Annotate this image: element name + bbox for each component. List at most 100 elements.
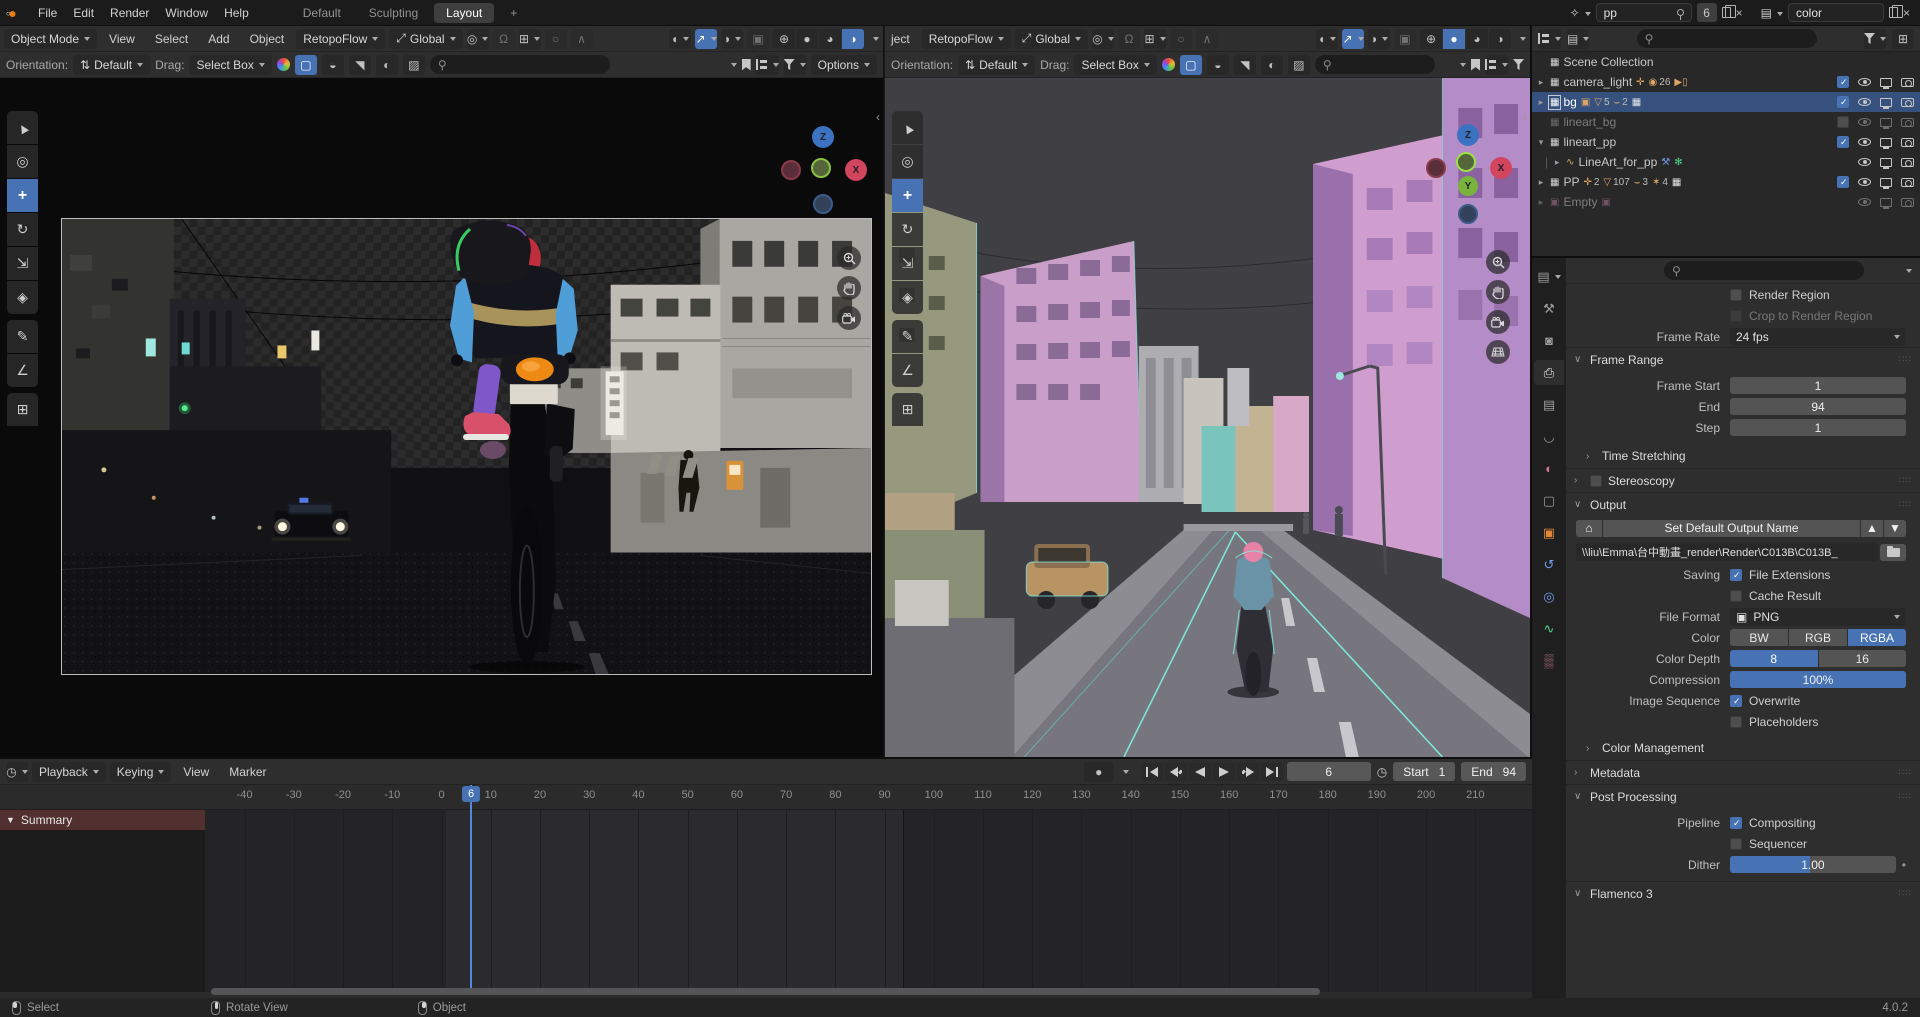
- playhead[interactable]: [470, 785, 472, 992]
- tab-tool[interactable]: ⚒: [1535, 296, 1563, 321]
- tool-options-chevron[interactable]: [1460, 63, 1466, 70]
- falloff-dropdown[interactable]: ∧: [571, 29, 593, 49]
- falloff-dropdown[interactable]: ∧: [1196, 29, 1218, 49]
- tab-physics[interactable]: ↺: [1535, 552, 1563, 577]
- outliner-row-bg[interactable]: ▸▦ bg ▣ ▽5 ⌣2 ▦: [1532, 92, 1920, 112]
- hide-icon[interactable]: [1858, 198, 1871, 206]
- animate-dot-icon[interactable]: •: [1902, 858, 1906, 872]
- retopoflow-dropdown[interactable]: RetopoFlow: [296, 29, 385, 49]
- expand-icon[interactable]: ▸: [1536, 197, 1546, 208]
- overlays-dropdown[interactable]: ◑: [1368, 29, 1390, 49]
- hide-icon[interactable]: [1858, 98, 1871, 106]
- workspace-tab-layout[interactable]: Layout: [434, 3, 494, 23]
- panel-post-processing[interactable]: ∨Post Processing∷∷: [1566, 784, 1920, 808]
- menu-object[interactable]: Object: [242, 26, 293, 52]
- viewport-left-canvas[interactable]: ▲ ◎ + ↻ ⇲ ◈ ✎ ∠ ⊞ ‹ Z X: [0, 78, 883, 757]
- tab-object-data[interactable]: ∿: [1535, 616, 1563, 641]
- color-rgba-button[interactable]: RGBA: [1848, 629, 1906, 646]
- play-reverse-button[interactable]: [1189, 763, 1211, 781]
- dither-slider[interactable]: 1.00: [1730, 856, 1896, 873]
- hide-icon[interactable]: [1858, 178, 1871, 186]
- gizmos-toggle-icon[interactable]: ↗: [695, 29, 717, 49]
- shading-wireframe-icon[interactable]: ⊕: [773, 29, 795, 49]
- navigation-gizmo[interactable]: Z X: [779, 118, 869, 238]
- new-collection-button[interactable]: ⊞: [1892, 29, 1914, 49]
- pivot-point-dropdown[interactable]: ◎: [1092, 29, 1114, 49]
- proportional-edit-icon[interactable]: ○: [545, 29, 567, 49]
- next-keyframe-button[interactable]: [1237, 763, 1259, 781]
- render-disable-icon[interactable]: [1901, 118, 1914, 127]
- scene-users-badge[interactable]: 6: [1697, 3, 1717, 22]
- edit-white-square-icon[interactable]: ▢: [295, 55, 317, 75]
- panel-metadata[interactable]: ›Metadata∷∷: [1566, 760, 1920, 784]
- tool-transform-icon[interactable]: ◈: [7, 281, 38, 314]
- new-view-layer-icon[interactable]: [1889, 7, 1898, 18]
- hide-icon[interactable]: [1858, 78, 1871, 86]
- workspace-tab-sculpting[interactable]: Sculpting: [357, 3, 430, 23]
- gizmo-z-axis[interactable]: Z: [1457, 124, 1479, 146]
- display-mode-dropdown[interactable]: [1538, 29, 1561, 49]
- tool-tree-dropdown[interactable]: [756, 55, 779, 75]
- overlays-dropdown[interactable]: ◑: [721, 29, 743, 49]
- shading-rendered-icon[interactable]: ◑: [842, 29, 864, 49]
- tab-view-layer[interactable]: ▤: [1535, 392, 1563, 417]
- sidebar-collapse-icon[interactable]: ‹: [1523, 110, 1527, 124]
- panel-color-management[interactable]: ›Color Management: [1566, 736, 1920, 760]
- ink-drops-icon[interactable]: ◥: [349, 55, 371, 75]
- orientation-dropdown[interactable]: ⇅Default: [73, 55, 150, 75]
- shading-material-icon[interactable]: ◕: [1466, 29, 1488, 49]
- cache-result-checkbox[interactable]: [1730, 590, 1742, 602]
- menu-add[interactable]: Add: [200, 26, 237, 52]
- globe-icon[interactable]: ◐: [1261, 55, 1283, 75]
- xray-toggle-icon[interactable]: ▣: [747, 29, 769, 49]
- hide-icon[interactable]: [1858, 158, 1871, 166]
- outliner-row-lineart-pp[interactable]: ▾▦ lineart_pp: [1532, 132, 1920, 152]
- mode-dropdown[interactable]: Object Mode: [4, 29, 97, 49]
- tool-add-cube-icon[interactable]: ⊞: [7, 393, 38, 426]
- frame-rate-dropdown[interactable]: 24 fps: [1730, 328, 1906, 346]
- transform-orientation-dropdown[interactable]: ⤢Global: [1015, 29, 1088, 49]
- tool-measure-icon[interactable]: ∠: [7, 354, 38, 387]
- shading-solid-icon[interactable]: ●: [796, 29, 818, 49]
- timeline-horizontal-scrollbar[interactable]: [211, 988, 1320, 995]
- tool-measure-icon[interactable]: ∠: [892, 354, 923, 387]
- shading-wireframe-icon[interactable]: ⊕: [1420, 29, 1442, 49]
- compression-slider[interactable]: 100%: [1730, 671, 1906, 688]
- color-rgb-button[interactable]: RGB: [1789, 629, 1847, 646]
- jump-to-end-button[interactable]: [1261, 763, 1283, 781]
- sort-down-button[interactable]: ▼: [1884, 520, 1906, 537]
- tab-output[interactable]: ⎙: [1534, 360, 1564, 385]
- gizmo-x-neg-axis[interactable]: [1426, 158, 1446, 178]
- summary-channel[interactable]: ▼Summary: [0, 810, 205, 830]
- tool-tree-dropdown[interactable]: [1485, 55, 1508, 75]
- zoom-button[interactable]: [837, 246, 861, 270]
- outliner-row-lineart-for-pp[interactable]: |▸ ∿ LineArt_for_pp ⚒ ✻: [1532, 152, 1920, 172]
- viewport-disable-icon[interactable]: [1880, 138, 1892, 147]
- tab-constraints[interactable]: ◎: [1535, 584, 1563, 609]
- pan-hand-button[interactable]: [837, 276, 861, 300]
- editor-type-icon[interactable]: ▤: [1535, 264, 1563, 289]
- tool-scale-icon[interactable]: ⇲: [892, 247, 923, 280]
- stopwatch-icon[interactable]: ◷: [1377, 765, 1387, 779]
- collection-checkbox[interactable]: [1837, 116, 1849, 128]
- keying-set-chevron[interactable]: [1123, 770, 1129, 777]
- tool-select-box-icon[interactable]: ▲: [7, 111, 38, 144]
- playhead-frame-badge[interactable]: 6: [462, 786, 480, 802]
- tool-scale-icon[interactable]: ⇲: [7, 247, 38, 280]
- viewport-disable-icon[interactable]: [1880, 198, 1892, 207]
- placeholders-checkbox[interactable]: [1730, 716, 1742, 728]
- render-region-checkbox[interactable]: [1730, 289, 1742, 301]
- panel-stereoscopy[interactable]: ›Stereoscopy∷∷: [1566, 468, 1920, 492]
- render-disable-icon[interactable]: [1901, 98, 1914, 107]
- drag-dropdown[interactable]: Select Box: [1074, 55, 1156, 75]
- shading-dropdown[interactable]: [873, 37, 879, 44]
- hide-icon[interactable]: [1858, 118, 1871, 126]
- sidebar-collapse-icon[interactable]: ‹: [876, 110, 880, 124]
- tool-annotate-icon[interactable]: ✎: [7, 320, 38, 353]
- frame-start-field[interactable]: 1: [1730, 377, 1906, 394]
- outliner-filter-dropdown[interactable]: [1864, 29, 1886, 49]
- panel-frame-range[interactable]: ∨Frame Range∷∷: [1566, 347, 1920, 371]
- editor-type-clock-icon[interactable]: ◷: [6, 762, 28, 782]
- options-dropdown[interactable]: Options: [811, 55, 877, 75]
- timeline-channels[interactable]: ▼Summary: [0, 810, 1532, 992]
